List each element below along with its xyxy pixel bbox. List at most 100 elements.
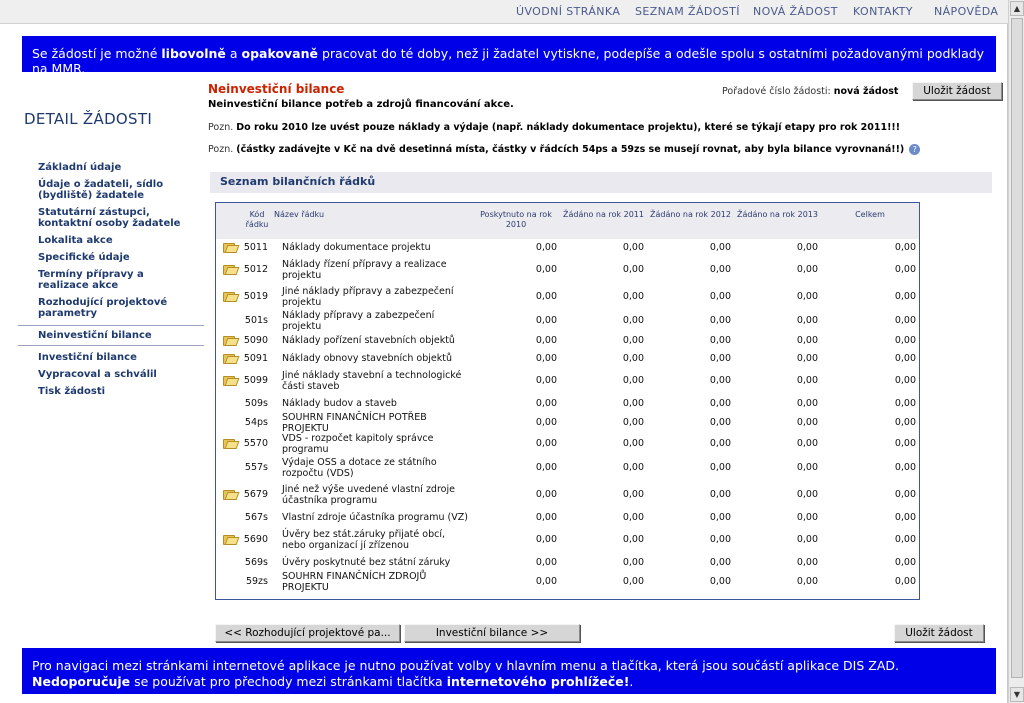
value-2013: 0,00 [796, 511, 818, 523]
value-2012: 0,00 [709, 417, 731, 429]
page: ÚVODNÍ STRÁNKA SEZNAM ŽÁDOSTÍ NOVÁ ŽÁDOS… [0, 0, 1008, 703]
row-code: 557s [244, 462, 268, 474]
nav-kontakty[interactable]: KONTAKTY [853, 5, 913, 18]
scroll-down-arrow-icon[interactable]: ▼ [1010, 687, 1024, 702]
table-row[interactable]: 5019 Jiné náklady přípravy a zabezpečení … [216, 284, 919, 311]
table-row[interactable]: 509s Náklady budov a staveb 0,00 0,00 0,00 0,… [216, 395, 919, 413]
note-prefix: Pozn. [208, 144, 234, 155]
sidebar-item[interactable]: Tisk žádosti [28, 383, 206, 400]
table-row[interactable]: 501s Náklady přípravy a zabezpečení proje… [216, 310, 919, 332]
sidebar-item[interactable]: Lokalita akce [28, 232, 206, 249]
info-banner-top: Se žádostí je možné libovolně a opakovan… [22, 36, 996, 76]
row-icon-cell[interactable] [216, 332, 242, 350]
folder-open-icon[interactable] [222, 438, 236, 450]
row-icon-cell[interactable] [216, 368, 242, 395]
table-row[interactable]: 567s Vlastní zdroje účastníka programu (V… [216, 509, 919, 527]
folder-open-icon[interactable] [222, 335, 236, 346]
vertical-scrollbar[interactable]: ▲ ▼ [1008, 0, 1024, 703]
sidebar-item[interactable]: Termíny přípravy a realizace akce [28, 266, 206, 294]
previous-page-button[interactable]: << Rozhodující projektové pa... [215, 624, 400, 642]
sidebar-item[interactable]: Specifické údaje [28, 249, 206, 266]
table-row[interactable]: 5091 Náklady obnovy stavebních objektů 0,0… [216, 350, 919, 368]
table-row[interactable]: 569s Úvěry poskytnuté bez státní záruky 0,… [216, 554, 919, 572]
row-icon-cell[interactable] [216, 284, 242, 311]
row-icon-cell [216, 455, 242, 482]
save-request-button-bottom[interactable]: Uložit žádost [894, 624, 984, 642]
scroll-up-arrow-icon[interactable]: ▲ [1010, 1, 1024, 16]
value-2011: 0,00 [622, 375, 644, 387]
row-code: 569s [244, 556, 268, 568]
table-row[interactable]: 5570 VDS - rozpočet kapitoly správce prog… [216, 433, 919, 455]
help-icon[interactable]: ? [909, 144, 921, 155]
table-row[interactable]: 5012 Náklady řízení přípravy a realizace … [216, 257, 919, 284]
row-icon-cell[interactable] [216, 482, 242, 509]
value-2012: 0,00 [709, 438, 731, 450]
nav-uvodni-stranka[interactable]: ÚVODNÍ STRÁNKA [516, 5, 620, 18]
table-row[interactable]: 5690 Úvěry bez stát.záruky přijaté obcí, … [216, 527, 919, 554]
value-2013: 0,00 [796, 438, 818, 450]
row-code: 5090 [243, 334, 268, 346]
sidebar-item[interactable]: Rozhodující projektové parametry [28, 294, 206, 322]
value-total: 0,00 [894, 264, 916, 276]
sidebar-item[interactable]: Investiční bilance [28, 349, 206, 366]
folder-open-icon[interactable] [222, 375, 236, 387]
row-icon-cell[interactable] [216, 434, 242, 455]
sidebar-item[interactable]: Základní údaje [28, 159, 206, 176]
table-row[interactable]: 5679 Jiné než výše uvedené vlastní zdroje… [216, 482, 919, 509]
table-row[interactable]: 54ps SOUHRN FINANČNÍCH POTŘEB PROJEKTU 0,0… [216, 412, 919, 434]
row-name: Úvěry bez stát.záruky přijaté obcí, nebo… [282, 529, 445, 551]
scrollbar-thumb[interactable] [1011, 18, 1023, 678]
row-code: 5690 [243, 534, 268, 546]
value-2012: 0,00 [709, 489, 731, 501]
folder-open-icon[interactable] [222, 264, 236, 276]
value-2012: 0,00 [709, 556, 731, 568]
sidebar-item[interactable]: Vypracoval a schválil [28, 366, 206, 383]
value-total: 0,00 [894, 489, 916, 501]
row-icon-cell[interactable] [216, 257, 242, 284]
info-banner-bottom: Pro navigaci mezi stránkami internetové … [22, 648, 996, 694]
folder-open-icon[interactable] [222, 534, 236, 546]
nav-nova-zadost[interactable]: NOVÁ ŽÁDOST [753, 5, 838, 18]
table-header-row: Kód řádku Název řádku Poskytnuto na rok … [216, 203, 919, 239]
row-icon-cell [216, 311, 242, 332]
value-2013: 0,00 [796, 417, 818, 429]
folder-open-icon[interactable] [222, 291, 236, 303]
value-2012: 0,00 [709, 534, 731, 546]
value-2012: 0,00 [709, 352, 731, 364]
note-1: Pozn. Do roku 2010 lze uvést pouze nákla… [208, 122, 900, 133]
value-total: 0,00 [894, 352, 916, 364]
header-icon [216, 203, 242, 239]
value-2013: 0,00 [796, 397, 818, 409]
row-icon-cell[interactable] [216, 239, 242, 257]
row-name: Jiné náklady přípravy a zabezpečení proj… [282, 286, 454, 308]
row-icon-cell [216, 395, 242, 413]
nav-seznam-zadosti[interactable]: SEZNAM ŽÁDOSTÍ [635, 5, 740, 18]
value-2010: 0,00 [535, 315, 557, 327]
folder-open-icon[interactable] [222, 353, 236, 364]
value-2012: 0,00 [709, 334, 731, 346]
value-2011: 0,00 [622, 511, 644, 523]
value-2012: 0,00 [709, 397, 731, 409]
banner-text: a [225, 46, 242, 61]
sidebar-item[interactable]: Statutární zástupci, kontaktní osoby žad… [28, 204, 206, 232]
banner-bold: internetového prohlížeče! [446, 674, 630, 689]
table-row[interactable]: 5090 Náklady pořízení stavebních objektů 0… [216, 332, 919, 350]
table-row[interactable]: 5011 Náklady dokumentace projektu 0,00 0,00… [216, 239, 919, 257]
save-request-button-top[interactable]: Uložit žádost [912, 82, 1002, 100]
table-row[interactable]: 557s Výdaje OSS a dotace ze státního rozp… [216, 455, 919, 482]
nav-napoveda[interactable]: NÁPOVĚDA [934, 5, 998, 18]
folder-open-icon[interactable] [222, 242, 236, 253]
row-icon-cell [216, 509, 242, 527]
value-2010: 0,00 [535, 375, 557, 387]
value-2012: 0,00 [709, 291, 731, 303]
table-row[interactable]: 5099 Jiné náklady stavební a technologick… [216, 368, 919, 395]
value-2011: 0,00 [622, 534, 644, 546]
row-icon-cell[interactable] [216, 350, 242, 368]
folder-open-icon[interactable] [222, 489, 236, 501]
value-2010: 0,00 [535, 352, 557, 364]
row-icon-cell[interactable] [216, 527, 242, 554]
table-row[interactable]: 59zs SOUHRN FINANČNÍCH ZDROJŮ PROJEKTU 0,0… [216, 571, 919, 593]
next-page-button[interactable]: Investiční bilance >> [404, 624, 580, 642]
sidebar-item[interactable]: Údaje o žadateli, sídlo (bydliště) žadat… [28, 176, 206, 204]
sidebar-item[interactable]: Neinvestiční bilance [18, 325, 204, 346]
